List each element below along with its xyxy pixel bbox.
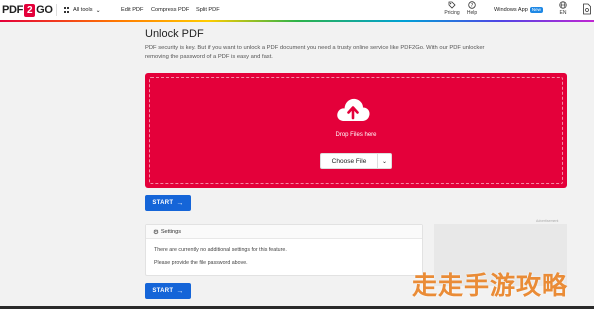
choose-file-label: Choose File [331, 157, 367, 165]
start-label: START [152, 288, 174, 294]
page-title: Unlock PDF [145, 28, 204, 40]
settings-info-text: There are currently no additional settin… [154, 247, 287, 253]
help-button[interactable]: ? Help [463, 1, 481, 19]
grid-icon [64, 7, 70, 13]
windows-app-label: Windows App [494, 7, 528, 13]
chevron-down-icon[interactable]: ⌄ [377, 154, 391, 168]
all-tools-menu[interactable]: All tools ⌄ [64, 0, 101, 20]
windows-app-link[interactable]: Windows App New [494, 4, 543, 16]
pricing-label: Pricing [444, 10, 460, 16]
pricing-button[interactable]: Pricing [443, 1, 461, 19]
start-label: START [152, 200, 174, 206]
intro-line-2: removing the password of a PDF is easy a… [145, 54, 273, 60]
start-button-top[interactable]: START → [145, 195, 191, 211]
logo-text-right: GO [36, 4, 53, 16]
site-watermark: 走走手游攻略 [412, 271, 569, 300]
language-selector[interactable]: EN [554, 1, 572, 19]
file-dropzone[interactable]: Drop Files here Choose File ⌄ [145, 73, 567, 188]
intro-text: PDF security is key. But if you want to … [145, 44, 565, 62]
arrow-right-icon: → [176, 199, 184, 207]
advertisement-label: Advertisement [536, 219, 559, 223]
nav-split-pdf[interactable]: Split PDF [196, 0, 220, 20]
intro-line-1: PDF security is key. But if you want to … [145, 45, 485, 51]
globe-icon [559, 1, 567, 10]
top-header: PDF 2 GO All tools ⌄ Edit PDF Compress P… [0, 0, 594, 20]
brand-stripe [0, 20, 594, 22]
header-divider [56, 4, 57, 16]
drop-files-label: Drop Files here [335, 132, 377, 138]
settings-panel: ⚙ Settings There are currently no additi… [145, 224, 423, 276]
arrow-right-icon: → [176, 287, 184, 295]
language-label: EN [559, 10, 567, 16]
gear-icon: ⚙ [153, 228, 159, 236]
settings-password-hint: Please provide the file password above. [154, 260, 248, 266]
cloud-upload-icon [337, 98, 370, 121]
nav-compress-pdf[interactable]: Compress PDF [151, 0, 189, 20]
new-badge: New [529, 7, 543, 13]
start-button-bottom[interactable]: START → [145, 283, 191, 299]
question-icon: ? [468, 1, 476, 10]
tag-icon [448, 1, 456, 10]
pdf2go-logo[interactable]: PDF 2 GO [2, 3, 53, 17]
choose-file-button[interactable]: Choose File ⌄ [320, 153, 392, 169]
all-tools-label: All tools [73, 7, 93, 13]
logo-text-left: PDF [2, 4, 24, 16]
document-icon [582, 3, 592, 15]
help-label: Help [466, 10, 478, 16]
svg-text:?: ? [471, 3, 474, 9]
nav-edit-pdf[interactable]: Edit PDF [121, 0, 143, 20]
settings-header: ⚙ Settings [146, 225, 422, 239]
files-button[interactable] [578, 3, 594, 21]
chevron-down-icon: ⌄ [95, 7, 101, 14]
logo-badge: 2 [24, 3, 36, 17]
settings-title: Settings [160, 228, 182, 235]
